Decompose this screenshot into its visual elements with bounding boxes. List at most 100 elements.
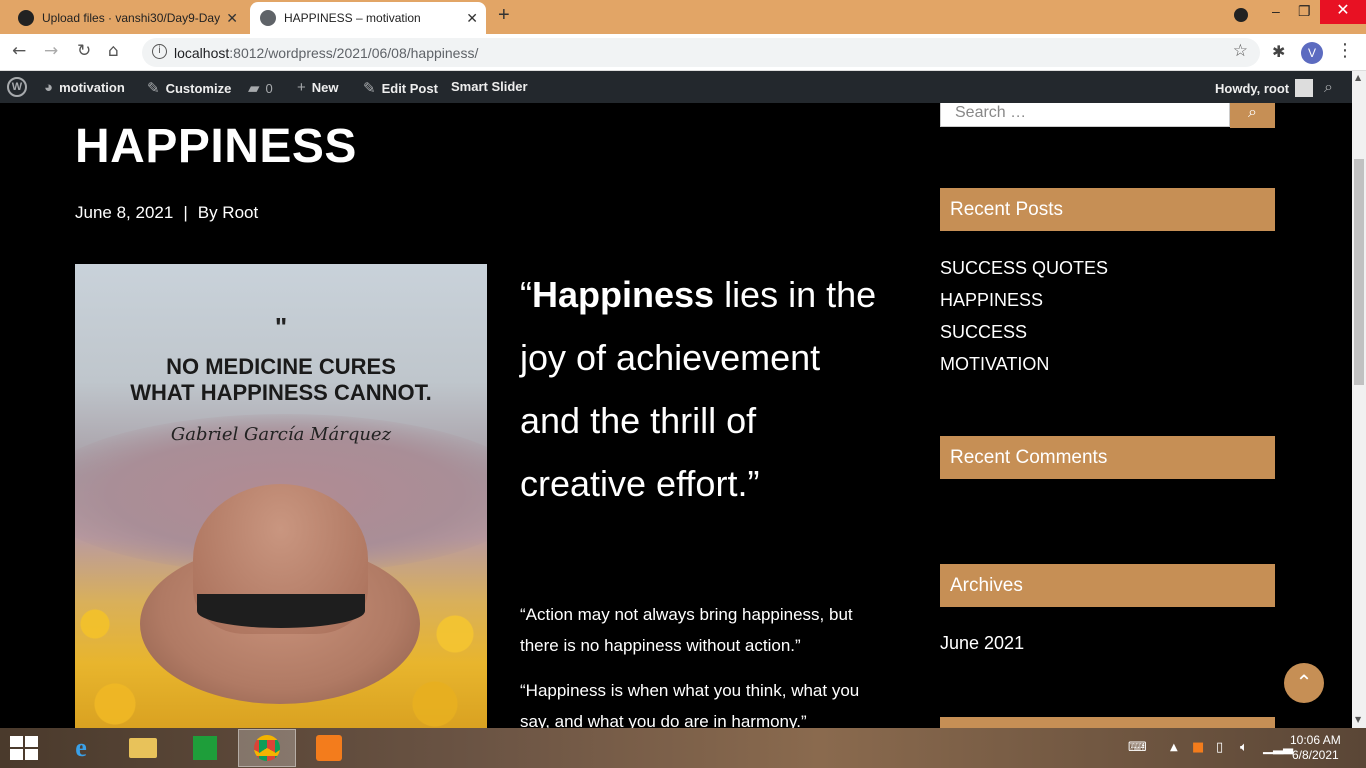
post-date[interactable]: June 8, 2021 — [75, 203, 173, 222]
restore-icon[interactable]: ❐ — [1298, 3, 1311, 20]
chrome-icon[interactable] — [238, 729, 296, 767]
adminbar-edit-post[interactable]: ✎ Edit Post — [363, 79, 438, 97]
smart-slider-label: Smart Slider — [451, 79, 528, 94]
recent-post-link[interactable]: SUCCESS QUOTES — [940, 256, 1108, 288]
search-button[interactable]: ⌕ — [1230, 103, 1275, 128]
scroll-to-top-button[interactable]: ⌃ — [1284, 663, 1324, 703]
pencil-icon: ✎ — [363, 80, 376, 97]
clock-date: 6/8/2021 — [1291, 748, 1339, 762]
browser-toolbar: ← → ↻ ⌂ i localhost:8012/wordpress/2021/… — [0, 34, 1366, 71]
recent-post-link[interactable]: MOTIVATION — [940, 352, 1108, 384]
tab-upload-files[interactable]: Upload files · vanshi30/Day9-Day ✕ — [8, 2, 246, 34]
quote-paragraph: “Happiness is when what you think, what … — [520, 681, 860, 728]
tab-happiness[interactable]: HAPPINESS – motivation ✕ — [250, 2, 486, 34]
image-quote-author: Gabriel García Márquez — [170, 424, 392, 445]
customize-label: Customize — [165, 80, 232, 96]
adminbar-smart-slider[interactable]: Smart Slider — [451, 79, 528, 94]
close-window-button[interactable]: ✕ — [1320, 0, 1366, 24]
wordpress-logo-icon[interactable]: W — [7, 77, 27, 97]
info-icon[interactable]: i — [152, 44, 167, 59]
chrome-menu-icon[interactable]: ⋮ — [1336, 40, 1354, 61]
search-icon: ⌕ — [1248, 103, 1257, 121]
bookmark-star-icon[interactable]: ☆ — [1233, 41, 1248, 61]
url-path: :8012/wordpress/2021/06/08/happiness/ — [229, 45, 479, 61]
adminbar-new[interactable]: + New — [297, 79, 339, 96]
image-quote-line: NO MEDICINE CURES — [166, 354, 396, 379]
search-icon[interactable]: ⌕ — [1324, 77, 1333, 97]
quote-open-mark: “ — [520, 274, 532, 315]
user-avatar — [1295, 79, 1314, 97]
scroll-down-icon[interactable]: ▼ — [1355, 715, 1361, 724]
post-author[interactable]: By Root — [198, 203, 258, 222]
adminbar-account[interactable]: Howdy, root — [1215, 79, 1314, 97]
file-explorer-icon[interactable] — [114, 729, 172, 767]
keyboard-icon[interactable]: ⌨ — [1128, 740, 1147, 755]
featured-image: " NO MEDICINE CURES WHAT HAPPINESS CANNO… — [75, 264, 487, 728]
tab-title: HAPPINESS – motivation — [284, 11, 421, 25]
show-hidden-icons-icon[interactable]: ▲ — [1170, 742, 1178, 753]
comment-icon: ▰ — [248, 80, 260, 97]
minimize-icon[interactable]: – — [1272, 3, 1280, 19]
adminbar-site[interactable]: ◕ motivation — [44, 79, 125, 96]
tab-title: Upload files · vanshi30/Day9-Day — [42, 11, 221, 25]
adminbar-comments[interactable]: ▰ 0 — [248, 79, 273, 97]
archive-link[interactable]: June 2021 — [940, 633, 1024, 654]
wp-admin-bar: W ◕ motivation ✎ Customize ▰ 0 + New ✎ E… — [0, 71, 1352, 103]
post-meta: June 8, 2021 | By Root — [75, 203, 258, 223]
page-scrollbar[interactable]: ▲ ▼ — [1352, 71, 1366, 728]
signal-icon[interactable]: ▁▂▃ — [1263, 740, 1293, 755]
close-tab-icon[interactable]: ✕ — [226, 10, 238, 27]
scrollbar-thumb[interactable] — [1354, 159, 1364, 385]
reload-icon[interactable]: ↻ — [77, 41, 91, 61]
image-quote-mark: " — [274, 312, 288, 342]
windows-taskbar: e ⌨ ▲ ■ ▯ 🔈︎ ▁▂▃ 10:06 AM 6/8/2021 — [0, 728, 1366, 768]
dashboard-icon: ◕ — [44, 79, 54, 96]
home-icon[interactable]: ⌂ — [108, 41, 119, 61]
brush-icon: ✎ — [147, 80, 160, 97]
recent-posts-title: Recent Posts — [940, 188, 1275, 231]
post-title: HAPPINESS — [75, 120, 357, 173]
archives-title: Archives — [940, 564, 1275, 607]
recent-post-link[interactable]: HAPPINESS — [940, 288, 1108, 320]
tab-search-icon[interactable] — [1234, 8, 1248, 22]
plus-icon: + — [297, 79, 306, 96]
site-name: motivation — [59, 80, 125, 95]
image-quote: NO MEDICINE CURES WHAT HAPPINESS CANNOT. — [75, 354, 487, 406]
next-widget-title — [940, 717, 1275, 728]
main-quote: “Happiness lies in the joy of achievemen… — [520, 263, 880, 515]
profile-avatar[interactable]: V — [1301, 42, 1323, 64]
xampp-icon[interactable] — [300, 729, 358, 767]
github-icon — [18, 10, 34, 26]
recent-comments-title: Recent Comments — [940, 436, 1275, 479]
recent-posts-list: SUCCESS QUOTES HAPPINESS SUCCESS MOTIVAT… — [940, 256, 1108, 384]
internet-explorer-icon[interactable]: e — [52, 729, 110, 767]
clock-time: 10:06 AM — [1290, 733, 1341, 747]
forward-icon[interactable]: → — [44, 41, 58, 61]
search-input[interactable]: Search … — [940, 103, 1230, 127]
address-bar[interactable]: i localhost:8012/wordpress/2021/06/08/ha… — [142, 38, 1260, 67]
recent-post-link[interactable]: SUCCESS — [940, 320, 1108, 352]
tab-strip: Upload files · vanshi30/Day9-Day ✕ HAPPI… — [0, 0, 1366, 34]
howdy-label: Howdy, root — [1215, 80, 1290, 96]
page-content: HAPPINESS June 8, 2021 | By Root " NO MEDI… — [0, 103, 1352, 728]
globe-icon — [260, 10, 276, 26]
windows-start-icon[interactable] — [10, 736, 38, 760]
close-tab-icon[interactable]: ✕ — [466, 10, 478, 27]
new-label: New — [311, 80, 339, 95]
extensions-icon[interactable]: ✱ — [1272, 42, 1285, 61]
store-icon[interactable] — [176, 729, 234, 767]
edit-post-label: Edit Post — [381, 80, 438, 96]
new-tab-button[interactable]: + — [498, 4, 510, 27]
network-icon[interactable]: ▯ — [1216, 740, 1223, 755]
meta-separator: | — [183, 203, 188, 222]
scroll-up-icon[interactable]: ▲ — [1355, 73, 1361, 82]
taskbar-clock[interactable]: 10:06 AM 6/8/2021 — [1290, 733, 1341, 763]
volume-icon[interactable]: 🔈︎ — [1240, 740, 1248, 755]
url-text[interactable]: localhost:8012/wordpress/2021/06/08/happ… — [174, 45, 478, 61]
quote-bold-word: Happiness — [532, 274, 715, 315]
adminbar-customize[interactable]: ✎ Customize — [147, 79, 231, 97]
hat-band — [197, 594, 365, 628]
back-icon[interactable]: ← — [12, 41, 26, 61]
xampp-tray-icon[interactable]: ■ — [1192, 740, 1204, 755]
image-quote-line: WHAT HAPPINESS CANNOT. — [130, 380, 432, 405]
